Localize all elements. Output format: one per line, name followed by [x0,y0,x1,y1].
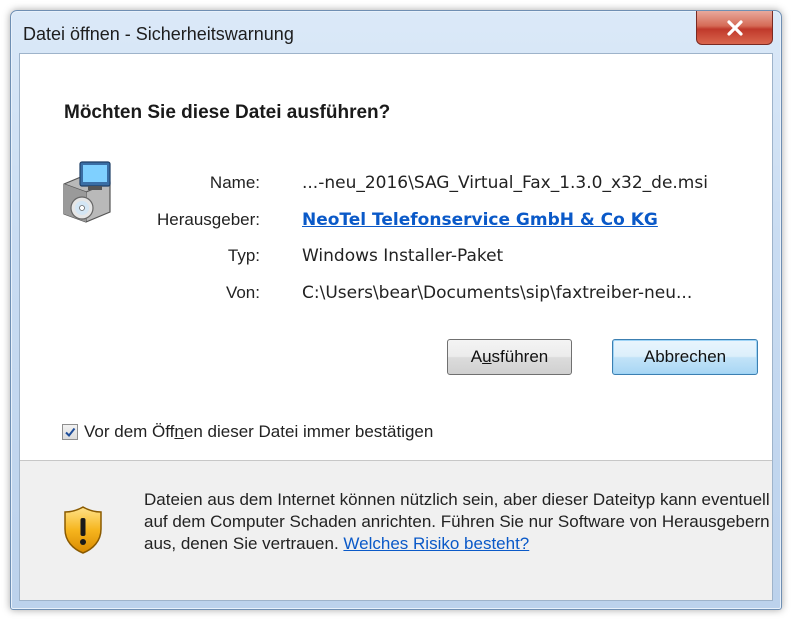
security-warning-dialog: Datei öffnen - Sicherheitswarnung Möchte… [10,10,782,610]
name-value: ...-neu_2016\SAG_Virtual_Fax_1.3.0_x32_d… [302,173,708,193]
title-bar[interactable]: Datei öffnen - Sicherheitswarnung [11,11,781,59]
warning-section: Dateien aus dem Internet können nützlich… [20,461,772,600]
risk-info-link[interactable]: Welches Risiko besteht? [343,534,529,553]
checkmark-icon [65,427,76,438]
from-value: C:\Users\bear\Documents\sip\faxtreiber-n… [302,283,693,303]
run-button[interactable]: Ausführen [447,339,572,375]
installer-package-icon [63,161,111,223]
file-info-section: Möchten Sie diese Datei ausführen? Name:… [20,54,772,460]
always-confirm-label: Vor dem Öffnen dieser Datei immer bestät… [84,422,434,441]
name-label: Name: [209,173,260,192]
close-icon [726,19,743,36]
dialog-body: Möchten Sie diese Datei ausführen? Name:… [19,53,773,601]
from-label: Von: [225,283,260,302]
publisher-label: Herausgeber: [156,210,260,229]
shield-warning-icon [64,506,102,554]
type-value: Windows Installer-Paket [302,246,504,266]
window-title: Datei öffnen - Sicherheitswarnung [23,24,294,44]
run-button-label: Ausführen [470,347,549,366]
cancel-button[interactable]: Abbrechen [612,339,758,375]
cancel-button-label: Abbrechen [643,347,727,366]
always-confirm-checkbox-row[interactable]: Vor dem Öffnen dieser Datei immer bestät… [62,422,433,442]
close-button[interactable] [696,11,773,45]
warning-message: Dateien aus dem Internet können nützlich… [144,489,774,555]
type-label: Typ: [227,246,260,265]
always-confirm-checkbox[interactable] [62,424,78,440]
dialog-question: Möchten Sie diese Datei ausführen? [64,102,391,123]
publisher-link[interactable]: NeoTel Telefonservice GmbH & Co KG [302,210,658,230]
